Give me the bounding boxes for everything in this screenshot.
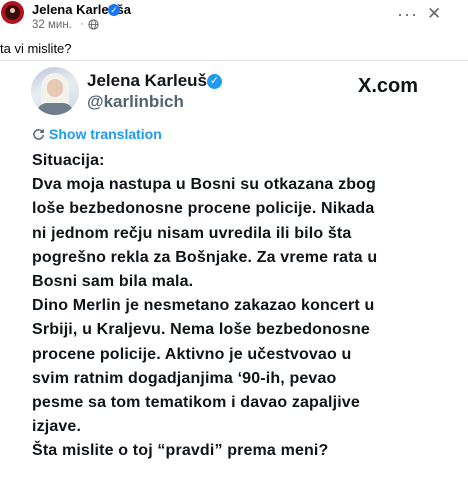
tweet-line: pogrešno rekla za Bošnjake. Za vreme rat… bbox=[32, 248, 378, 266]
tweet-avatar bbox=[31, 67, 79, 115]
tweet-display-name: Jelena Karleuša bbox=[87, 71, 217, 90]
tweet-line: izjave. bbox=[32, 418, 82, 436]
tweet-verified-badge-icon: ✓ bbox=[207, 74, 222, 89]
post-caption: ta vi mislite? bbox=[0, 41, 72, 56]
tweet-line: Srbiji, u Kraljevu. Nema loše bezbedonos… bbox=[32, 321, 370, 339]
tweet-line: Situacija: bbox=[32, 152, 105, 169]
verified-badge-icon: ✓ bbox=[108, 4, 120, 16]
tweet-line: svim ratnim dogadjanjima ‘90-ih, pevao bbox=[32, 369, 337, 387]
show-translation-link[interactable]: Show translation bbox=[49, 126, 162, 142]
tweet-line: Dino Merlin je nesmetano zakazao koncert… bbox=[32, 297, 375, 315]
close-icon[interactable]: ✕ bbox=[427, 4, 441, 24]
globe-icon bbox=[88, 19, 99, 30]
tweet-line: ni jednom rečju nisam uvredila ili bilo … bbox=[32, 224, 352, 242]
separator-dot: · bbox=[80, 18, 84, 30]
post-timestamp[interactable]: 32 мин. bbox=[32, 19, 72, 31]
tweet-line: Bosni sam bila mala. bbox=[32, 273, 194, 291]
tweet-handle: @karlinbich bbox=[87, 92, 184, 111]
translate-icon bbox=[33, 129, 44, 140]
author-avatar[interactable] bbox=[1, 1, 24, 24]
x-logo: X.com bbox=[358, 75, 419, 97]
tweet-line: pesme sa tom tematikom i davao zapaljive bbox=[32, 394, 360, 412]
tweet-line: Šta mislite o toj “pravdi” prema meni? bbox=[32, 442, 329, 460]
tweet-screenshot[interactable]: Jelena Karleuša ✓ @karlinbich X.com Show… bbox=[0, 60, 468, 478]
tweet-text: Situacija: Dva moja nastupa u Bosni su o… bbox=[32, 149, 462, 464]
tweet-line: loše bezbedonosne procene policije. Nika… bbox=[32, 200, 375, 218]
more-options-button[interactable]: ··· bbox=[397, 4, 418, 25]
tweet-line: Dva moja nastupa u Bosni su otkazana zbo… bbox=[32, 176, 376, 194]
post-header: Jelena Karleuša ✓ 32 мин. · ··· ✕ bbox=[0, 0, 468, 36]
tweet-line: procene policije. Aktivno je učestvovao … bbox=[32, 345, 352, 363]
